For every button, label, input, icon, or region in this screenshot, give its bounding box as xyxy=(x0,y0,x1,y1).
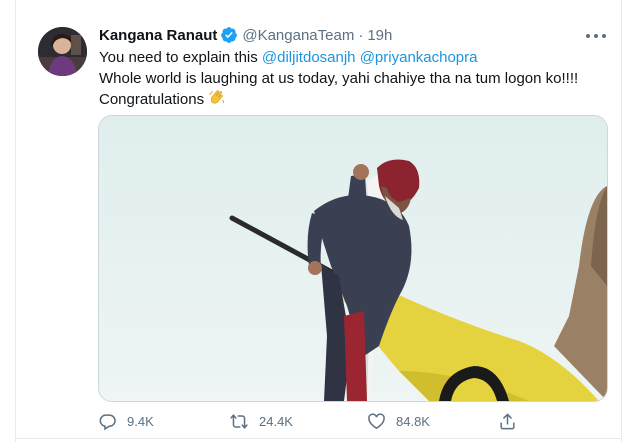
author-handle[interactable]: @KanganaTeam xyxy=(242,27,354,44)
reply-button[interactable]: 9.4K xyxy=(98,410,154,432)
timestamp[interactable]: 19h xyxy=(367,27,392,44)
card-border-bottom xyxy=(15,438,622,439)
tweet-line-2: Whole world is laughing at us today, yah… xyxy=(99,70,579,87)
avatar[interactable] xyxy=(38,27,87,76)
share-icon xyxy=(500,413,515,429)
tweet-actions: 9.4K 24.4K 84.8K xyxy=(98,410,608,432)
like-icon xyxy=(368,412,385,429)
author-name[interactable]: Kangana Ranaut xyxy=(99,27,217,44)
like-button[interactable]: 84.8K xyxy=(367,410,430,432)
retweet-count: 24.4K xyxy=(259,413,293,429)
verified-badge-icon xyxy=(220,26,238,44)
retweet-icon xyxy=(230,413,248,429)
clap-emoji-icon xyxy=(208,89,226,113)
tweet-header: Kangana Ranaut @KanganaTeam · 19h xyxy=(99,25,392,45)
separator-dot: · xyxy=(358,26,364,44)
mention-diljit[interactable]: @diljitdosanjh xyxy=(262,49,356,66)
more-options-icon[interactable] xyxy=(586,28,606,44)
reply-icon xyxy=(99,413,116,430)
tweet-line-1: You need to explain this @diljitdosanjh … xyxy=(99,47,609,68)
card-border-left xyxy=(15,0,16,442)
card-border-right xyxy=(621,0,622,442)
mention-priyanka[interactable]: @priyankachopra xyxy=(360,49,478,66)
tweet-line-3: Congratulations xyxy=(99,89,609,110)
tweet-line-3-text: Congratulations xyxy=(99,91,205,108)
tweet-text: You need to explain this @diljitdosanjh … xyxy=(99,47,609,110)
reply-count: 9.4K xyxy=(127,413,154,429)
tweet-card[interactable]: Kangana Ranaut @KanganaTeam · 19h You ne… xyxy=(0,0,623,442)
share-button[interactable] xyxy=(498,410,517,432)
tweet-line-1-text: You need to explain this xyxy=(99,49,262,66)
tweet-media-image[interactable] xyxy=(98,115,608,402)
retweet-button[interactable]: 24.4K xyxy=(229,410,293,432)
like-count: 84.8K xyxy=(396,413,430,429)
